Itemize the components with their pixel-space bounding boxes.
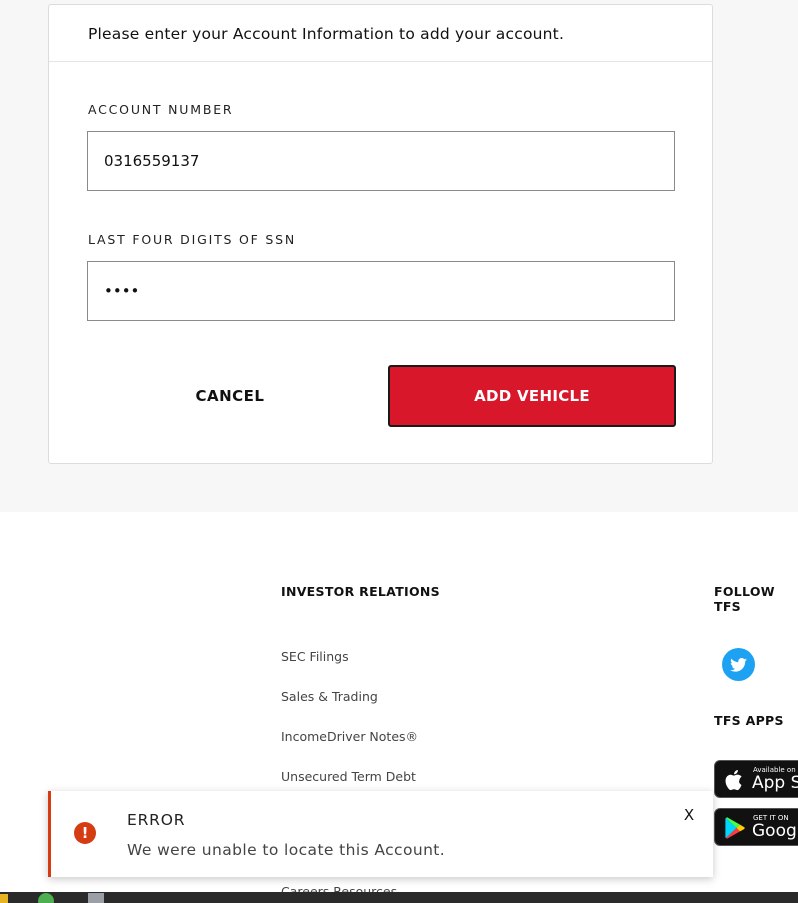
taskbar-browser-icon[interactable] xyxy=(38,893,54,903)
add-account-card: Please enter your Account Information to… xyxy=(48,4,713,464)
account-number-input[interactable] xyxy=(87,131,675,191)
error-message: We were unable to locate this Account. xyxy=(127,841,446,859)
google-play-badge[interactable]: GET IT ON Google Play xyxy=(714,808,798,846)
ssn-label: LAST FOUR DIGITS OF SSN xyxy=(88,232,297,247)
apple-icon xyxy=(725,770,742,791)
error-exclamation-icon: ! xyxy=(74,822,96,844)
app-store-big-text: App Store xyxy=(752,773,798,793)
google-play-big-text: Google Play xyxy=(752,821,798,841)
investor-relations-heading: INVESTOR RELATIONS xyxy=(281,584,440,599)
twitter-icon[interactable] xyxy=(722,648,755,681)
footer-link-sales-trading[interactable]: Sales & Trading xyxy=(281,689,378,704)
tfs-apps-heading: TFS APPS xyxy=(714,713,784,728)
os-taskbar xyxy=(0,892,798,903)
add-vehicle-button[interactable]: ADD VEHICLE xyxy=(388,365,676,427)
ssn-input[interactable] xyxy=(87,261,675,321)
error-toast: ! ERROR We were unable to locate this Ac… xyxy=(48,791,713,877)
google-play-icon xyxy=(725,817,745,839)
error-title: ERROR xyxy=(127,811,186,829)
taskbar-window-icon[interactable] xyxy=(88,893,104,903)
close-error-button[interactable]: X xyxy=(679,805,699,825)
footer-link-sec-filings[interactable]: SEC Filings xyxy=(281,649,349,664)
taskbar-app-icon[interactable] xyxy=(0,894,8,903)
card-header: Please enter your Account Information to… xyxy=(49,5,712,62)
follow-tfs-heading: FOLLOW TFS xyxy=(714,584,775,614)
cancel-button[interactable]: CANCEL xyxy=(87,365,373,427)
footer-link-unsecured-term-debt[interactable]: Unsecured Term Debt xyxy=(281,769,416,784)
account-number-label: ACCOUNT NUMBER xyxy=(88,102,234,117)
footer-link-incomedriver-notes[interactable]: IncomeDriver Notes® xyxy=(281,729,418,744)
app-store-badge[interactable]: Available on the App Store xyxy=(714,760,798,798)
